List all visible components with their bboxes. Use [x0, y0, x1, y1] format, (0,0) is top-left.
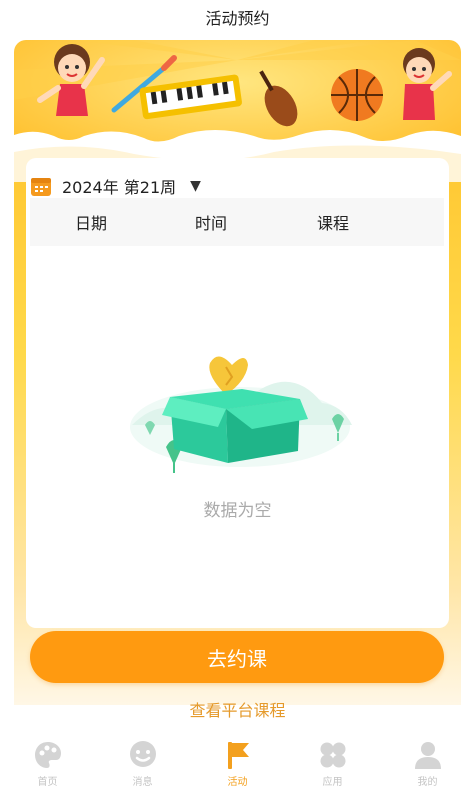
- tab-apps[interactable]: 应用: [285, 733, 380, 799]
- calendar-icon: [31, 178, 51, 196]
- bottom-tab-bar: 首页 消息 活动 应用 我的: [0, 733, 475, 799]
- tab-activity[interactable]: 活动: [190, 733, 285, 799]
- tab-profile-label: 我的: [417, 777, 438, 788]
- week-selector[interactable]: 2024年 第21周 ▼: [30, 174, 201, 198]
- user-icon: [414, 742, 441, 769]
- tab-messages[interactable]: 消息: [95, 733, 190, 799]
- tab-activity-label: 活动: [227, 777, 248, 788]
- apps-grid-icon: [320, 742, 345, 768]
- column-header-time: 时间: [195, 214, 228, 233]
- flag-icon: [227, 742, 249, 769]
- column-header-course: 课程: [317, 214, 350, 233]
- page-title: 活动预约: [205, 9, 270, 28]
- smiley-chat-icon: [129, 741, 156, 767]
- view-platform-courses-link[interactable]: 查看平台课程: [0, 697, 475, 721]
- column-header-date: 日期: [75, 214, 108, 233]
- dropdown-arrow-icon[interactable]: ▼: [190, 178, 201, 194]
- book-course-button[interactable]: 去约课: [30, 631, 444, 683]
- schedule-table-header: 日期 时间 课程: [30, 198, 444, 246]
- tab-home[interactable]: 首页: [0, 733, 95, 799]
- activity-booking-page: 活动预约 2024年 第21周 ▼ 日期 时间 课程 数据为空 去约课 查看平台…: [0, 0, 475, 799]
- empty-state-text: 数据为空: [203, 501, 272, 521]
- tab-profile[interactable]: 我的: [380, 733, 475, 799]
- tab-apps-label: 应用: [322, 777, 343, 788]
- nav-bar: 活动预约: [0, 0, 475, 34]
- tab-home-label: 首页: [37, 777, 58, 788]
- tab-messages-label: 消息: [132, 777, 153, 788]
- palette-icon: [34, 742, 61, 768]
- empty-box-illustration: [122, 345, 358, 485]
- week-label: 2024年 第21周: [62, 178, 177, 197]
